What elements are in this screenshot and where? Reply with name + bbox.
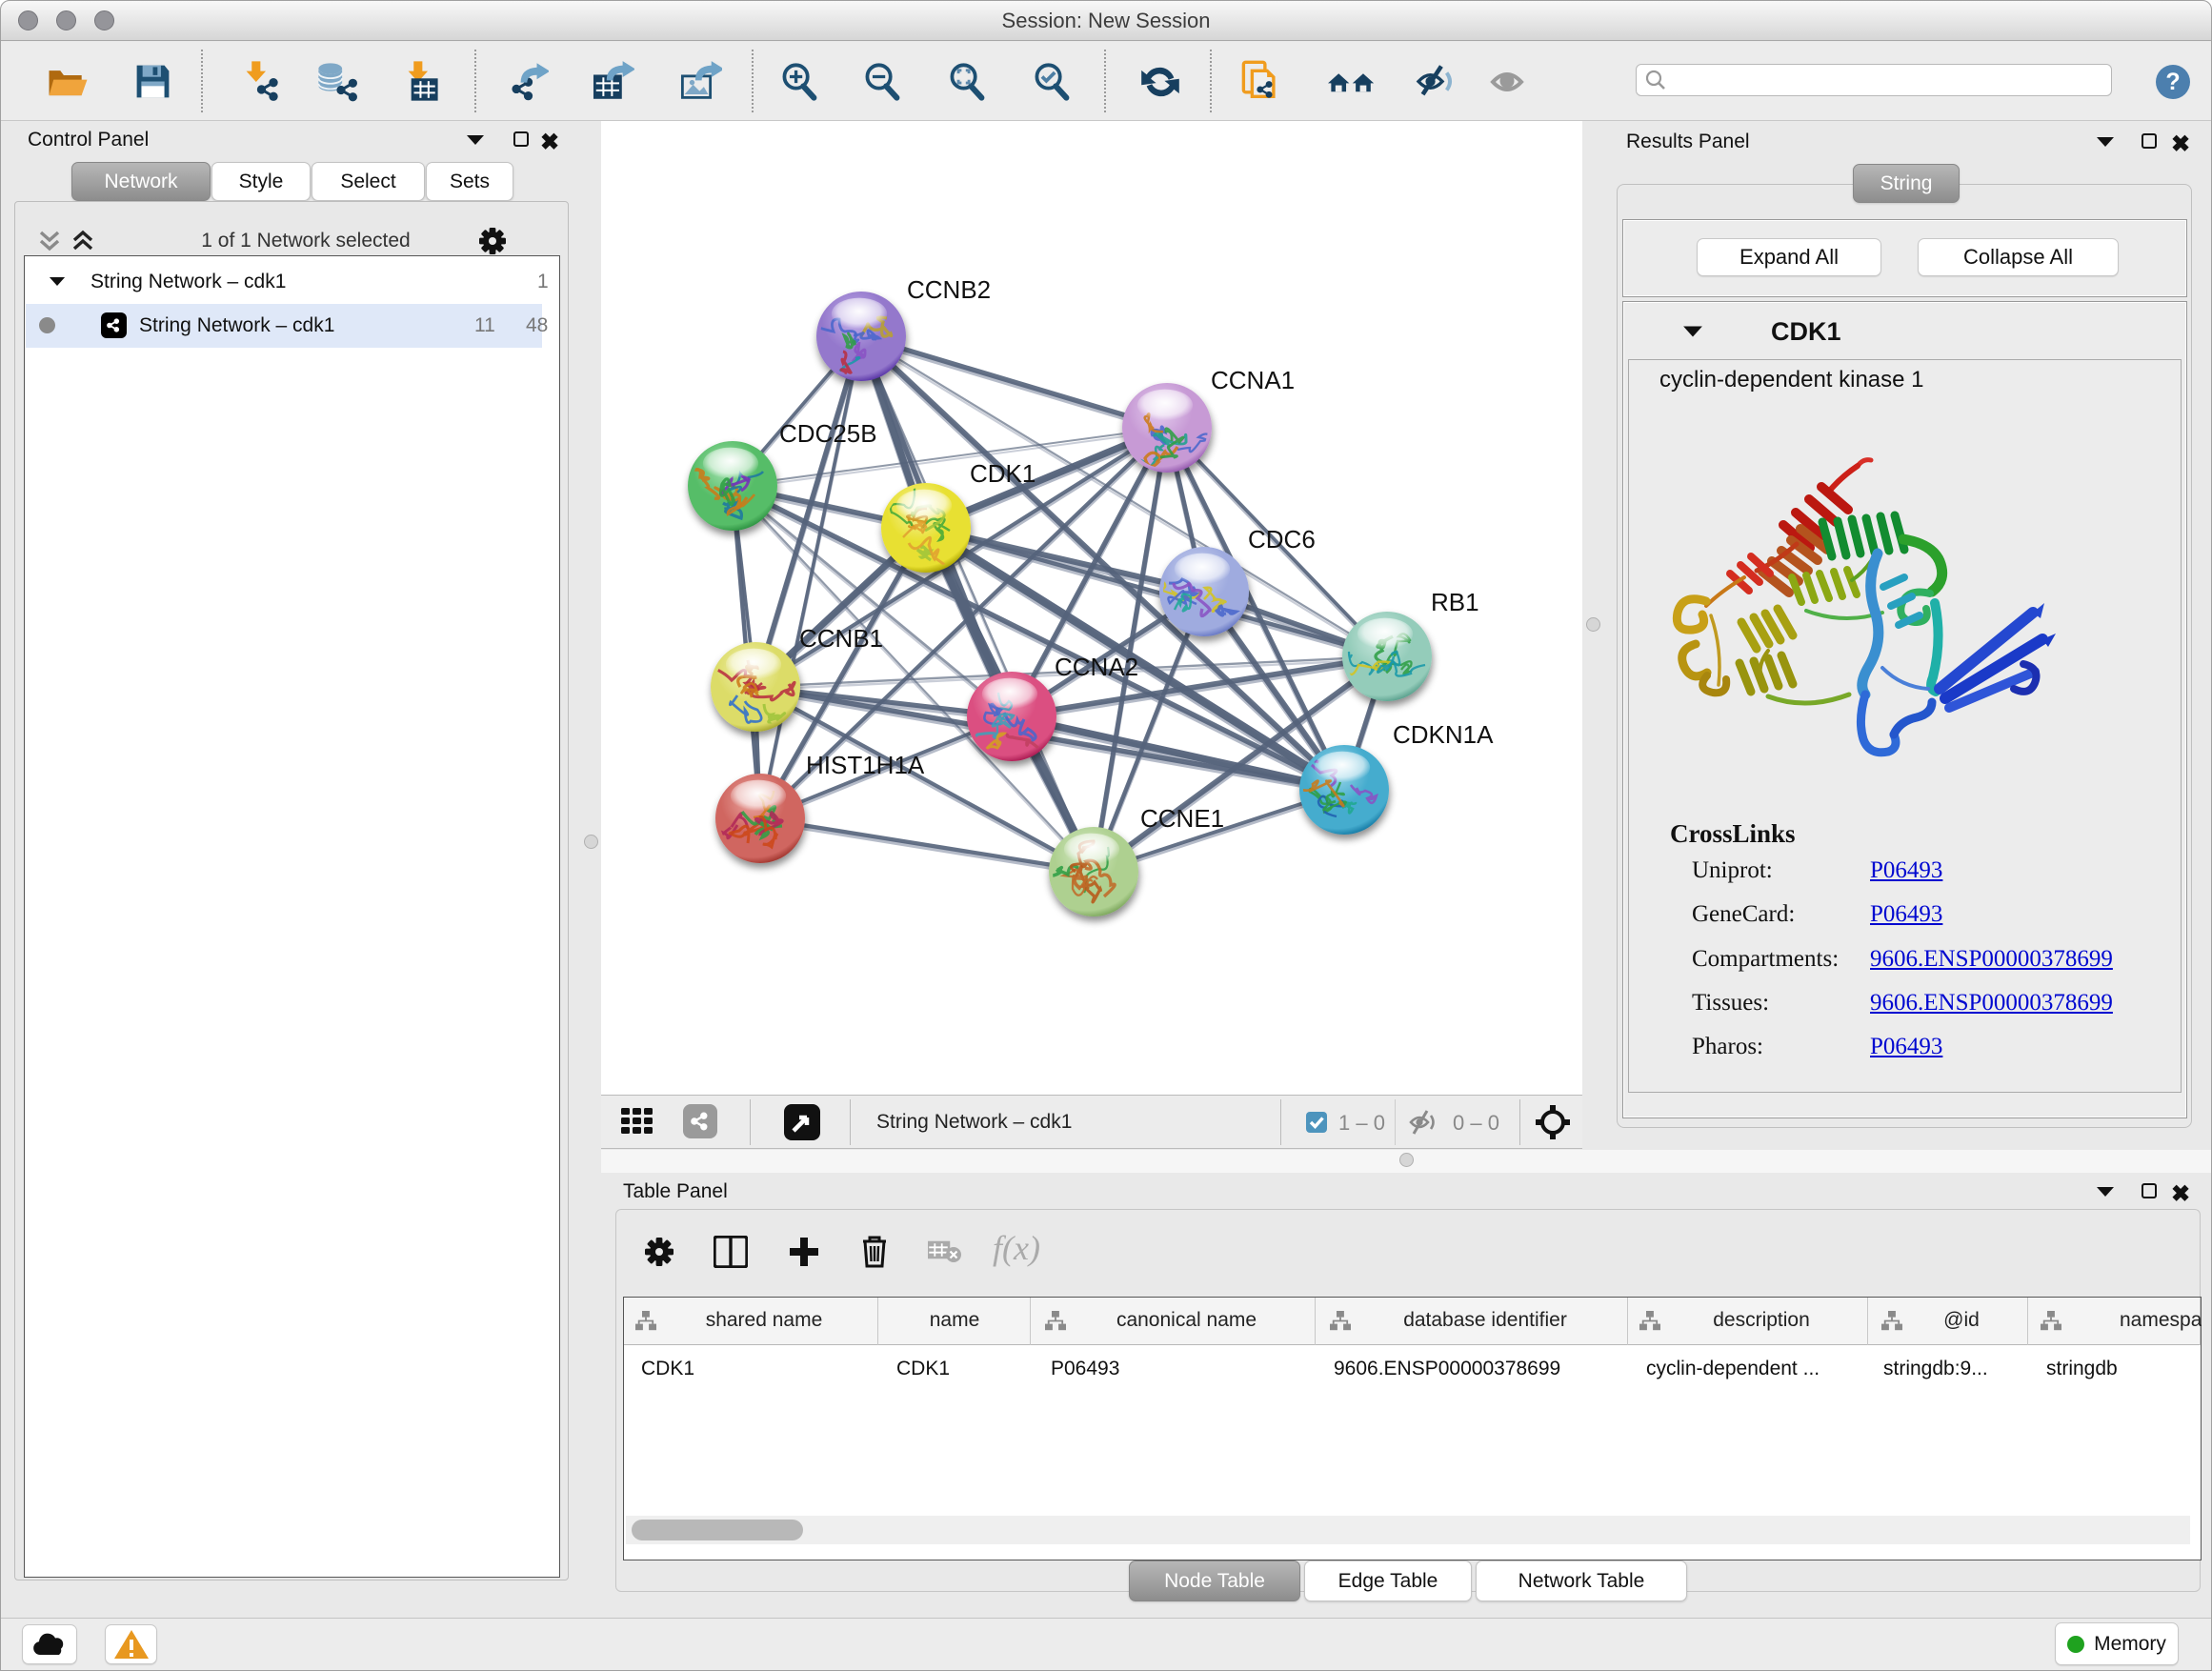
svg-text:CCNB1: CCNB1 [799,624,883,653]
svg-text:CCNA1: CCNA1 [1211,366,1295,394]
svg-text:CDC25B: CDC25B [779,419,877,448]
svg-text:CCNE1: CCNE1 [1140,804,1224,833]
svg-text:CCNA2: CCNA2 [1055,653,1138,681]
svg-text:?: ? [2165,69,2180,95]
svg-text:CDK1: CDK1 [970,459,1036,488]
svg-text:HIST1H1A: HIST1H1A [806,751,925,779]
svg-text:RB1: RB1 [1431,588,1479,616]
svg-text:CDKN1A: CDKN1A [1393,720,1494,749]
svg-text:CCNB2: CCNB2 [907,275,991,304]
svg-text:CDC6: CDC6 [1248,525,1316,554]
